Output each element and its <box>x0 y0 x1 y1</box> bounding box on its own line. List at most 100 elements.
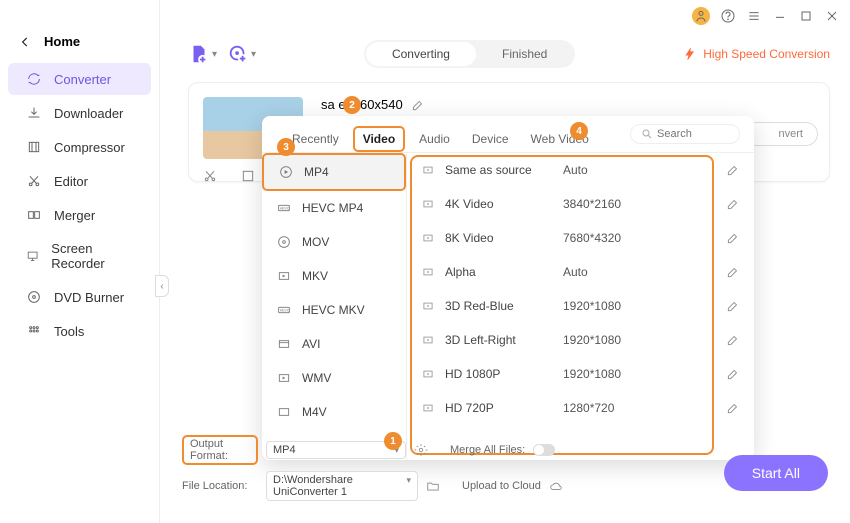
sidebar-item-label: Editor <box>54 174 88 189</box>
sidebar-item-compressor[interactable]: Compressor <box>8 131 151 163</box>
resolution-row[interactable]: 8K Video7680*4320 <box>407 221 754 255</box>
resolution-row[interactable]: AlphaAuto <box>407 255 754 289</box>
cut-icon <box>26 173 42 189</box>
chevron-left-icon <box>18 35 32 49</box>
tutorial-badge-3: 3 <box>277 138 295 156</box>
file-location-select[interactable]: D:\Wondershare UniConverter 1 ▾ <box>266 471 418 501</box>
compress-icon <box>26 139 42 155</box>
edit-icon[interactable] <box>726 367 740 381</box>
sidebar-item-merger[interactable]: Merger <box>8 199 151 231</box>
settings-icon[interactable] <box>414 443 428 457</box>
add-file-button[interactable]: ▾ <box>188 43 217 65</box>
merge-toggle[interactable] <box>533 444 555 456</box>
format-mov[interactable]: MOV <box>262 225 406 259</box>
m4v-icon <box>276 404 292 420</box>
tutorial-badge-2: 2 <box>343 96 361 114</box>
sidebar-item-label: Merger <box>54 208 95 223</box>
high-speed-toggle[interactable]: High Speed Conversion <box>683 47 830 61</box>
start-all-button[interactable]: Start All <box>724 455 828 491</box>
mp4-icon <box>278 164 294 180</box>
search-icon <box>641 128 653 140</box>
resolution-row[interactable]: 3D Red-Blue1920*1080 <box>407 289 754 323</box>
sidebar-item-tools[interactable]: Tools <box>8 315 151 347</box>
edit-icon[interactable] <box>726 299 740 313</box>
mov-icon <box>276 234 292 250</box>
sidebar-item-converter[interactable]: Converter <box>8 63 151 95</box>
crop-icon[interactable] <box>240 168 256 184</box>
edit-icon[interactable] <box>726 231 740 245</box>
tutorial-badge-1: 1 <box>384 432 402 450</box>
svg-text:HEVC: HEVC <box>280 308 290 312</box>
svg-text:HEVC: HEVC <box>280 206 290 210</box>
file-location-label: File Location: <box>182 480 258 492</box>
dd-tab-device[interactable]: Device <box>464 128 517 150</box>
hevc-icon: HEVC <box>276 200 292 216</box>
sidebar-item-editor[interactable]: Editor <box>8 165 151 197</box>
tab-finished[interactable]: Finished <box>476 42 573 66</box>
search-input[interactable] <box>657 128 727 140</box>
screen-icon <box>26 248 39 264</box>
wmv-icon <box>276 370 292 386</box>
edit-icon[interactable] <box>726 163 740 177</box>
format-hevc-mp4[interactable]: HEVC HEVC MP4 <box>262 191 406 225</box>
merge-icon <box>26 207 42 223</box>
chevron-down-icon: ▾ <box>212 49 217 60</box>
format-avi[interactable]: AVI <box>262 327 406 361</box>
lightning-icon <box>683 47 697 61</box>
resolution-row[interactable]: HD 1080P1920*1080 <box>407 357 754 391</box>
chevron-down-icon: ▾ <box>251 49 256 60</box>
resolution-row[interactable]: HD 720P1280*720 <box>407 391 754 425</box>
dd-tab-audio[interactable]: Audio <box>411 128 458 150</box>
file-title: sa e_960x540 <box>321 97 403 112</box>
file-add-icon <box>188 43 210 65</box>
cloud-icon[interactable] <box>549 479 563 493</box>
sidebar-item-label: Downloader <box>54 106 123 121</box>
sync-icon <box>26 71 42 87</box>
resolution-row[interactable]: 4K Video3840*2160 <box>407 187 754 221</box>
hevc-icon: HEVC <box>276 302 292 318</box>
sidebar: Home Converter Downloader Compressor Edi… <box>0 0 160 523</box>
merge-label: Merge All Files: <box>450 444 525 456</box>
resolution-row[interactable]: 3D Left-Right1920*1080 <box>407 323 754 357</box>
avi-icon <box>276 336 292 352</box>
chevron-down-icon: ▾ <box>406 475 411 486</box>
format-wmv[interactable]: WMV <box>262 361 406 395</box>
convert-button[interactable]: nvert <box>744 122 818 146</box>
home-button[interactable]: Home <box>0 34 159 49</box>
sidebar-item-label: Screen Recorder <box>51 241 133 271</box>
format-m4v[interactable]: M4V <box>262 395 406 429</box>
status-tabs: Converting Finished <box>364 40 575 68</box>
disc-add-icon <box>227 43 249 65</box>
sidebar-item-downloader[interactable]: Downloader <box>8 97 151 129</box>
disc-icon <box>26 289 42 305</box>
tutorial-badge-4: 4 <box>570 122 588 140</box>
format-dropdown: Recently Video Audio Device Web Video MP… <box>262 116 754 460</box>
grid-icon <box>26 323 42 339</box>
format-mp4[interactable]: MP4 <box>262 153 406 191</box>
edit-icon[interactable] <box>726 333 740 347</box>
folder-icon[interactable] <box>426 479 440 493</box>
dd-tab-video[interactable]: Video <box>353 126 405 152</box>
sidebar-item-label: Tools <box>54 324 84 339</box>
sidebar-item-dvd-burner[interactable]: DVD Burner <box>8 281 151 313</box>
trim-icon[interactable] <box>202 168 218 184</box>
format-search[interactable] <box>630 124 740 144</box>
edit-icon[interactable] <box>726 265 740 279</box>
sidebar-item-label: Compressor <box>54 140 125 155</box>
add-url-button[interactable]: ▾ <box>227 43 256 65</box>
format-mkv[interactable]: MKV <box>262 259 406 293</box>
home-label: Home <box>44 34 80 49</box>
download-icon <box>26 105 42 121</box>
resolution-row[interactable]: Same as sourceAuto <box>407 153 754 187</box>
edit-icon[interactable] <box>411 98 425 112</box>
sidebar-item-screen-recorder[interactable]: Screen Recorder <box>8 233 151 279</box>
output-format-label: Output Format: <box>182 435 258 465</box>
sidebar-item-label: Converter <box>54 72 111 87</box>
upload-cloud-label: Upload to Cloud <box>462 480 541 492</box>
sidebar-item-label: DVD Burner <box>54 290 124 305</box>
format-hevc-mkv[interactable]: HEVC HEVC MKV <box>262 293 406 327</box>
tab-converting[interactable]: Converting <box>366 42 476 66</box>
edit-icon[interactable] <box>726 197 740 211</box>
edit-icon[interactable] <box>726 401 740 415</box>
format-list: MP4 HEVC HEVC MP4 MOV MKV HEVC HEVC MKV … <box>262 153 407 460</box>
